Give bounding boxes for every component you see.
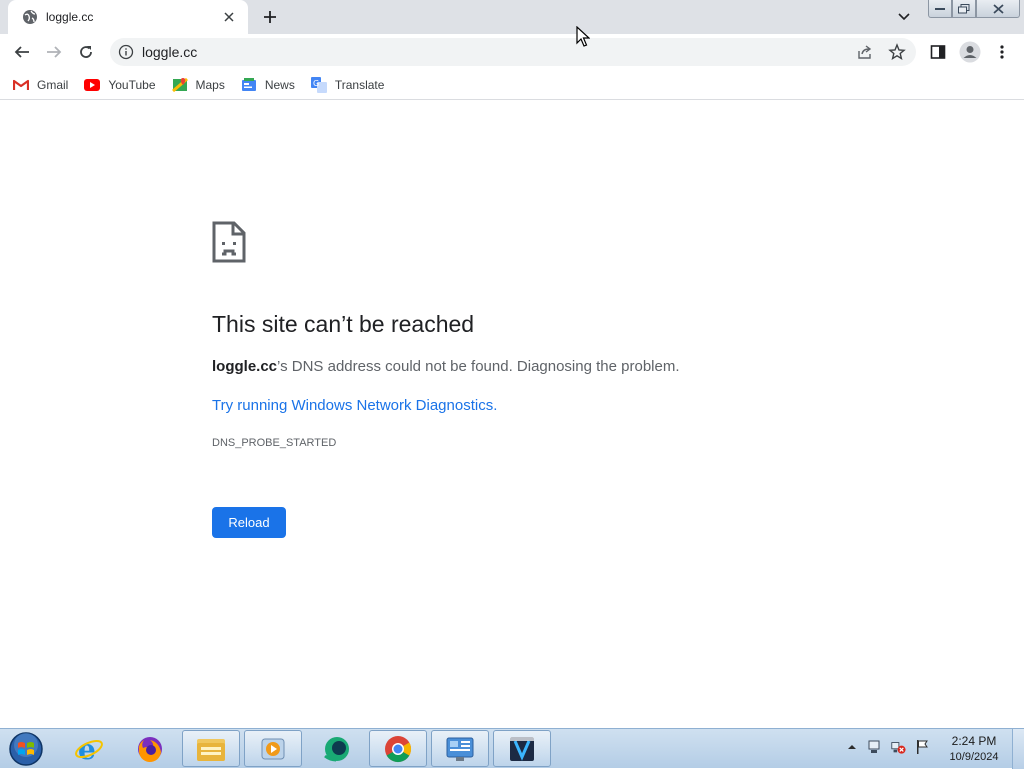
news-icon (241, 77, 257, 93)
error-code: DNS_PROBE_STARTED (212, 437, 337, 449)
media-player-icon (261, 738, 285, 759)
control-panel-icon (446, 737, 474, 761)
action-center-flag-icon[interactable] (914, 739, 930, 755)
error-domain: loggle.cc (212, 358, 278, 375)
taskbar-internet-explorer[interactable]: e (60, 730, 118, 767)
svg-text:e: e (78, 734, 96, 764)
taskbar-media-player[interactable] (244, 730, 302, 767)
tab-strip: loggle.cc (0, 0, 1024, 34)
translate-icon: G (310, 76, 327, 93)
windows-taskbar: e 2:24 PM 10/9/2024 (0, 728, 1024, 769)
minimize-button[interactable] (928, 0, 952, 18)
bookmark-label: Gmail (37, 77, 69, 92)
error-description: loggle.cc’s DNS address could not be fou… (212, 358, 680, 375)
menu-kebab-icon[interactable] (992, 42, 1012, 62)
taskbar-control-panel[interactable] (431, 730, 489, 767)
bookmark-label: YouTube (108, 77, 156, 92)
sad-page-icon (212, 221, 246, 263)
video-editor-icon (510, 736, 534, 761)
error-page: This site can’t be reached loggle.cc’s D… (0, 101, 1024, 728)
site-info-icon[interactable] (118, 44, 134, 60)
restore-button[interactable] (952, 0, 976, 18)
clock-date[interactable]: 10/9/2024 (940, 751, 1008, 763)
tab-title: loggle.cc (46, 10, 94, 24)
maps-icon (171, 77, 188, 93)
internet-explorer-icon: e (75, 734, 103, 764)
bookmark-label: Maps (195, 77, 225, 92)
gmail-icon (13, 77, 29, 93)
back-button[interactable] (8, 38, 36, 66)
reload-button[interactable]: Reload (212, 507, 286, 538)
bookmark-label: News (264, 77, 295, 92)
profile-avatar-icon[interactable] (958, 40, 982, 64)
reload-toolbar-button[interactable] (72, 38, 100, 66)
show-hidden-icons-icon[interactable] (844, 739, 860, 755)
svg-text:G: G (313, 79, 319, 88)
taskbar-video-editor[interactable] (493, 730, 551, 767)
windows-start-orb-icon (9, 732, 43, 766)
close-tab-icon[interactable] (220, 8, 238, 26)
new-tab-button[interactable] (258, 6, 282, 28)
bookmark-label: Translate (334, 77, 385, 92)
tab-search-chevron-icon[interactable] (894, 8, 914, 26)
forward-button[interactable] (40, 38, 68, 66)
taskbar-file-explorer[interactable] (182, 730, 240, 767)
mouse-cursor-icon (576, 26, 590, 47)
network-error-icon[interactable] (890, 739, 906, 755)
address-bar[interactable]: loggle.cc (110, 38, 916, 66)
taskbar-green-app[interactable] (307, 730, 365, 767)
network-diagnostics-link[interactable]: Try running Windows Network Diagnostics. (212, 397, 497, 414)
forward-arrow-icon (47, 46, 62, 58)
error-title: This site can’t be reached (212, 311, 475, 337)
back-arrow-icon (14, 46, 29, 58)
bookmark-youtube[interactable]: YouTube (84, 73, 156, 97)
close-window-button[interactable] (976, 0, 1020, 18)
youtube-icon (84, 77, 101, 93)
error-description-text: ’s DNS address could not be found. Diagn… (277, 358, 680, 375)
taskbar-chrome[interactable] (369, 730, 427, 767)
bookmark-maps[interactable]: Maps (171, 73, 225, 97)
file-explorer-icon (197, 738, 225, 761)
share-icon[interactable] (856, 43, 874, 61)
chrome-icon (385, 735, 412, 762)
bookmark-translate[interactable]: G Translate (310, 73, 385, 97)
bookmark-gmail[interactable]: Gmail (13, 73, 68, 97)
side-panel-icon[interactable] (928, 42, 948, 62)
device-tray-icon[interactable] (866, 739, 882, 755)
taskbar-firefox[interactable] (121, 730, 179, 767)
bookmark-news[interactable]: News (241, 73, 295, 97)
firefox-icon (138, 736, 162, 762)
start-button[interactable] (6, 731, 46, 767)
show-desktop-button[interactable] (1012, 729, 1024, 769)
globe-icon (22, 9, 38, 25)
green-app-icon (324, 736, 349, 761)
bookmarks-bar: Gmail YouTube Maps News G Translate (0, 70, 1024, 100)
bookmark-star-icon[interactable] (888, 43, 906, 61)
url-text[interactable]: loggle.cc (142, 44, 197, 60)
reload-icon (80, 46, 92, 58)
browser-toolbar: loggle.cc (0, 34, 1024, 70)
clock-time[interactable]: 2:24 PM (940, 734, 1008, 748)
tab-loggle[interactable]: loggle.cc (8, 0, 248, 34)
